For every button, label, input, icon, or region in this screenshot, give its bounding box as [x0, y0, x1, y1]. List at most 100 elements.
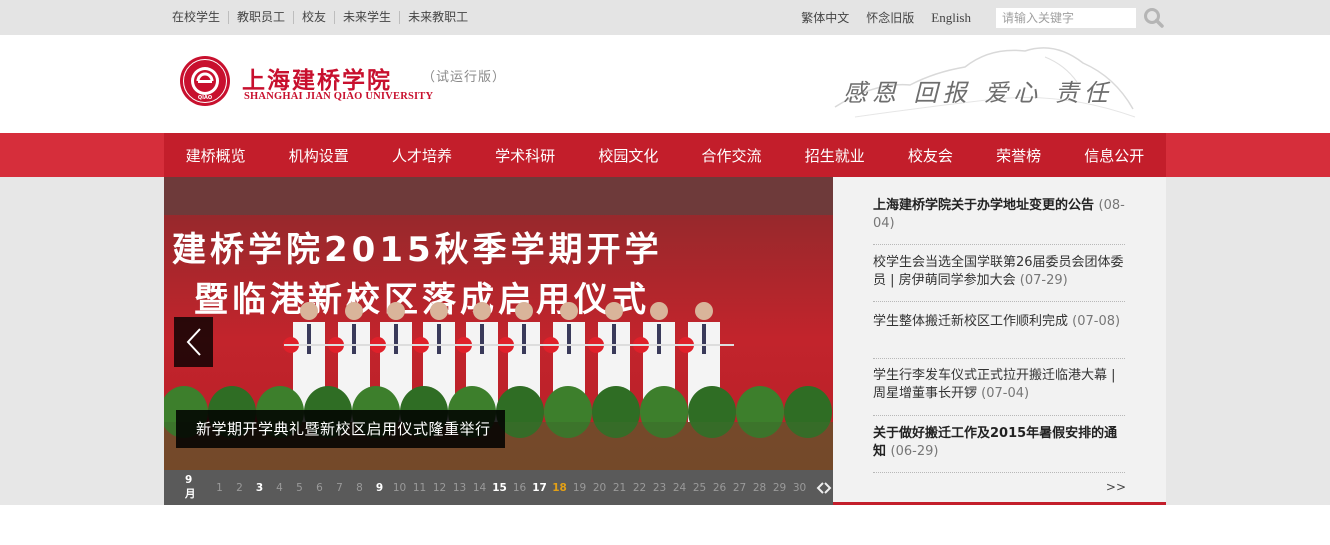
banner-line-1: 建桥学院2015秋季学期开学 [172, 230, 663, 270]
slider-prev-button[interactable] [174, 317, 213, 367]
day-link[interactable]: 21 [610, 482, 630, 494]
news-item[interactable]: 学生整体搬迁新校区工作顺利完成 (07-08) [873, 313, 1125, 331]
news-date: (07-29) [1019, 273, 1068, 288]
person-figure [657, 324, 661, 354]
nav-item-cooperation[interactable]: 合作交流 [698, 145, 766, 166]
day-link[interactable]: 4 [270, 482, 290, 494]
traditional-chinese-link[interactable]: 繁体中文 [801, 9, 849, 26]
day-link[interactable]: 5 [290, 482, 310, 494]
person-figure [480, 324, 484, 354]
main-navigation: 建桥概览 机构设置 人才培养 学术科研 校园文化 合作交流 招生就业 校友会 荣… [0, 133, 1330, 177]
banner-line-2: 暨临港新校区落成启用仪式 [194, 280, 650, 320]
day-link[interactable]: 9 [370, 482, 390, 494]
news-divider [873, 415, 1125, 416]
seal-text: QIAO [198, 95, 212, 101]
nav-item-overview[interactable]: 建桥概览 [182, 145, 250, 166]
date-next-button[interactable] [823, 481, 832, 494]
day-link[interactable]: 1 [210, 482, 230, 494]
person-figure [605, 302, 623, 320]
date-pager: 9月 1 2 3 4 5 6 7 8 9 10 11 12 13 14 15 16 17 18 19 20 21 22 23… [164, 470, 833, 505]
day-link[interactable]: 3 [250, 482, 270, 494]
day-link[interactable]: 20 [590, 482, 610, 494]
top-right-tools: 繁体中文 怀念旧版 English [801, 0, 1165, 35]
news-title: 上海建桥学院关于办学地址变更的公告 [873, 198, 1095, 213]
nav-item-honors[interactable]: 荣誉榜 [992, 145, 1045, 166]
site-header: QIAO 上海建桥学院 SHANGHAI JIAN QIAO UNIVERSIT… [0, 35, 1330, 133]
university-name-cn[interactable]: 上海建桥学院 [242, 61, 392, 95]
day-link[interactable]: 13 [450, 482, 470, 494]
day-link[interactable]: 25 [690, 482, 710, 494]
nav-item-organization[interactable]: 机构设置 [285, 145, 353, 166]
day-link[interactable]: 24 [670, 482, 690, 494]
person-figure [473, 302, 491, 320]
person-figure [394, 324, 398, 354]
chevron-left-icon [816, 481, 824, 494]
link-alumni[interactable]: 校友 [293, 11, 334, 24]
day-link[interactable]: 18 [550, 482, 570, 494]
day-link[interactable]: 10 [390, 482, 410, 494]
day-link[interactable]: 19 [570, 482, 590, 494]
day-link[interactable]: 22 [630, 482, 650, 494]
day-link[interactable]: 27 [730, 482, 750, 494]
news-date: (07-08) [1072, 314, 1121, 329]
person-figure [702, 324, 706, 354]
beta-label: （试运行版） [422, 70, 507, 85]
person-figure [345, 302, 363, 320]
photo-slider: 建桥学院2015秋季学期开学 暨临港新校区落成启用仪式 新学期开学典礼暨新校区启… [164, 177, 833, 505]
day-link[interactable]: 17 [530, 482, 550, 494]
english-link[interactable]: English [931, 10, 971, 26]
person-figure [567, 324, 571, 354]
news-date: (06-29) [890, 444, 939, 459]
link-future-students[interactable]: 未来学生 [334, 11, 399, 24]
day-link[interactable]: 8 [350, 482, 370, 494]
news-item[interactable]: 上海建桥学院关于办学地址变更的公告 (08-04) [873, 197, 1125, 233]
nav-item-admissions[interactable]: 招生就业 [801, 145, 869, 166]
nav-item-campus-culture[interactable]: 校园文化 [594, 145, 662, 166]
day-link[interactable]: 16 [510, 482, 530, 494]
news-item[interactable]: 学生行李发车仪式正式拉开搬迁临港大幕 | 周星增董事长开锣 (07-04) [873, 367, 1125, 403]
day-link[interactable]: 23 [650, 482, 670, 494]
nav-item-info-disclosure[interactable]: 信息公开 [1080, 145, 1148, 166]
news-divider [873, 301, 1125, 302]
day-link[interactable]: 2 [230, 482, 250, 494]
audience-links: 在校学生 教职员工 校友 未来学生 未来教职工 [172, 0, 476, 35]
link-staff[interactable]: 教职员工 [228, 11, 293, 24]
day-link[interactable]: 30 [790, 482, 810, 494]
person-figure [430, 302, 448, 320]
motto-calligraphy: 感恩 回报 爱心 责任 [843, 79, 1113, 107]
person-figure [387, 302, 405, 320]
news-item[interactable]: 校学生会当选全国学联第26届委员会团体委员 | 房伊萌同学参加大会 (07-29… [873, 254, 1125, 290]
link-current-students[interactable]: 在校学生 [172, 11, 228, 24]
day-link[interactable]: 12 [430, 482, 450, 494]
news-date: (07-04) [981, 386, 1030, 401]
search-input[interactable] [996, 7, 1136, 28]
day-link[interactable]: 11 [410, 482, 430, 494]
day-link[interactable]: 15 [490, 482, 510, 494]
more-news-link[interactable]: >> [1106, 480, 1126, 494]
person-figure [437, 324, 441, 354]
date-prev-button[interactable] [816, 481, 824, 494]
day-list: 1 2 3 4 5 6 7 8 9 10 11 12 13 14 15 16 17 18 19 20 21 22 23 24 2… [210, 482, 810, 494]
nav-item-education[interactable]: 人才培养 [388, 145, 456, 166]
person-figure [522, 324, 526, 354]
day-link[interactable]: 14 [470, 482, 490, 494]
news-item[interactable]: 关于做好搬迁工作及2015年暑假安排的通知 (06-29) [873, 425, 1125, 461]
day-link[interactable]: 29 [770, 482, 790, 494]
nav-item-alumni[interactable]: 校友会 [904, 145, 957, 166]
top-utility-bar: 在校学生 教职员工 校友 未来学生 未来教职工 繁体中文 怀念旧版 Englis… [0, 0, 1330, 35]
person-figure [650, 302, 668, 320]
slide-caption[interactable]: 新学期开学典礼暨新校区启用仪式隆重举行 [176, 410, 505, 448]
day-link[interactable]: 26 [710, 482, 730, 494]
link-future-staff[interactable]: 未来教职工 [399, 11, 476, 24]
person-figure [352, 324, 356, 354]
news-title: 校学生会当选全国学联第26届委员会团体委员 | 房伊萌同学参加大会 [873, 255, 1124, 288]
person-figure [515, 302, 533, 320]
person-figure [307, 324, 311, 354]
day-link[interactable]: 28 [750, 482, 770, 494]
day-link[interactable]: 6 [310, 482, 330, 494]
day-link[interactable]: 7 [330, 482, 350, 494]
nav-item-research[interactable]: 学术科研 [491, 145, 559, 166]
search-button[interactable] [1143, 7, 1165, 29]
university-seal-logo[interactable]: QIAO [179, 55, 231, 107]
old-version-link[interactable]: 怀念旧版 [866, 9, 914, 26]
